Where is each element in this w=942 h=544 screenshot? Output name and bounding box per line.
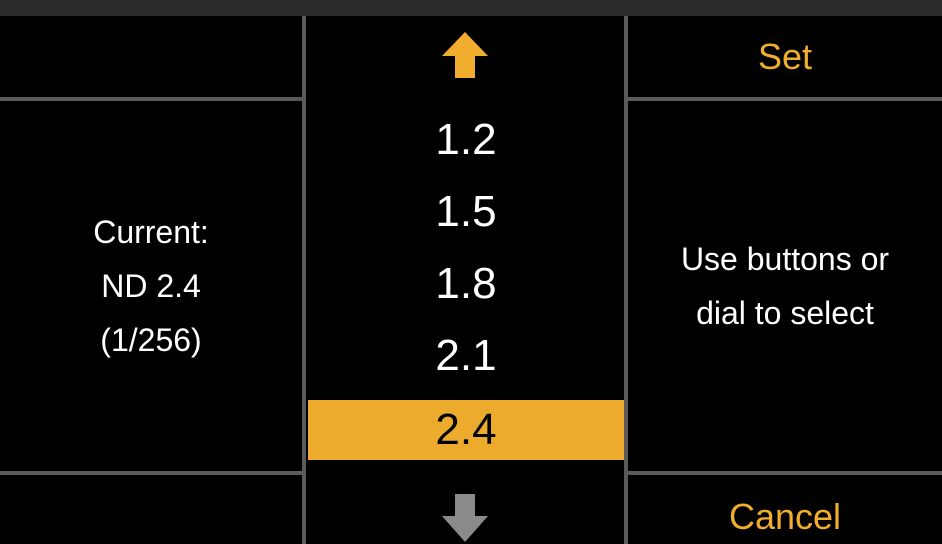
empty-cell-bottom-left <box>0 475 302 544</box>
hint-line-1: Use buttons or <box>680 241 890 277</box>
current-fraction: (1/256) <box>100 322 202 358</box>
option-1-5[interactable]: 1.5 <box>308 182 624 242</box>
scroll-up-button[interactable] <box>306 30 624 80</box>
cancel-button[interactable]: Cancel <box>628 475 942 544</box>
option-1-2[interactable]: 1.2 <box>308 110 624 170</box>
nd-selector: 1.2 1.5 1.8 2.1 2.4 <box>306 16 624 544</box>
arrow-down-icon <box>442 494 488 542</box>
set-button[interactable]: Set <box>628 16 942 97</box>
option-2-1[interactable]: 2.1 <box>308 326 624 386</box>
arrow-up-icon <box>442 32 488 78</box>
scroll-down-button[interactable] <box>306 492 624 544</box>
option-1-8[interactable]: 1.8 <box>308 254 624 314</box>
empty-cell-top-left <box>0 16 302 97</box>
hint-line-2: dial to select <box>696 295 874 331</box>
current-value-panel: Current: ND 2.4 (1/256) <box>0 101 302 471</box>
top-bar <box>0 0 942 16</box>
current-label: Current: <box>93 214 209 250</box>
hint-panel: Use buttons or dial to select <box>628 101 942 471</box>
current-nd-value: ND 2.4 <box>101 268 201 304</box>
option-2-4-selected[interactable]: 2.4 <box>308 400 624 460</box>
